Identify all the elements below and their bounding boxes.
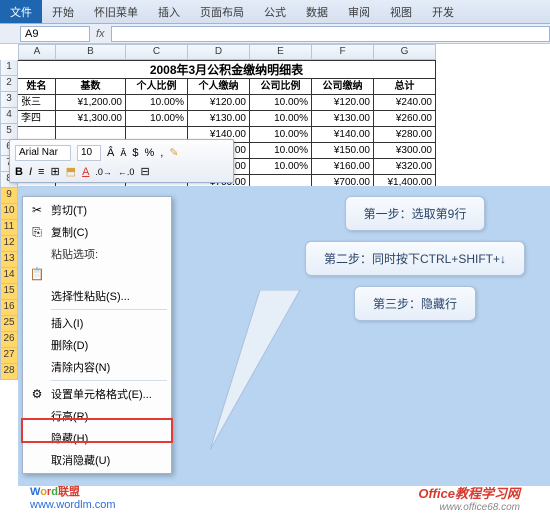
mini-toolbar: Arial Nar 10 Â Ǎ $ % , ✎ B I ≡ ⊞ ⬒ A .… (9, 139, 234, 183)
column-headers: ABCDEFG (18, 44, 550, 60)
font-color-icon[interactable]: A (82, 166, 89, 178)
menu-copy[interactable]: ⎘复制(C) (25, 221, 169, 243)
col-C[interactable]: C (126, 44, 188, 60)
menu-paste[interactable]: 📋 (25, 263, 169, 285)
row-28[interactable]: 28 (0, 364, 18, 380)
row-26[interactable]: 26 (0, 332, 18, 348)
format-icon: ⚙ (29, 386, 45, 402)
font-size[interactable]: 10 (77, 145, 101, 161)
row-15[interactable]: 15 (0, 284, 18, 300)
row-12[interactable]: 12 (0, 236, 18, 252)
col-A[interactable]: A (18, 44, 56, 60)
fx-icon[interactable]: fx (96, 28, 105, 40)
merge-icon[interactable]: ⊟ (140, 165, 149, 178)
ribbon: 文件 开始 怀旧菜单 插入 页面布局 公式 数据 审阅 视图 开发 (0, 0, 550, 24)
url-right: www.office68.com (418, 502, 520, 513)
row-4[interactable]: 4 (0, 108, 18, 124)
row-11[interactable]: 11 (0, 220, 18, 236)
decimal-dec-icon[interactable]: ←.0 (118, 167, 135, 177)
copy-icon: ⎘ (29, 224, 45, 240)
menu-row-height[interactable]: 行高(R)... (25, 405, 169, 427)
row-25[interactable]: 25 (0, 316, 18, 332)
menu-hide[interactable]: 隐藏(H) (25, 427, 169, 449)
row-2[interactable]: 2 (0, 76, 18, 92)
formula-bar-row: fx (0, 24, 550, 44)
row-5[interactable]: 5 (0, 124, 18, 140)
menu-unhide[interactable]: 取消隐藏(U) (25, 449, 169, 471)
fill-color-icon[interactable]: ⬒ (66, 165, 76, 178)
col-G[interactable]: G (374, 44, 436, 60)
step-1: 第一步：选取第9行 (345, 196, 486, 231)
percent-icon[interactable]: % (144, 147, 154, 159)
brand-right: Office教程学习网 (418, 483, 520, 502)
menu-paste-special[interactable]: 选择性粘贴(S)... (25, 285, 169, 307)
comma-icon[interactable]: , (160, 147, 163, 159)
row-10[interactable]: 10 (0, 204, 18, 220)
menu-insert[interactable]: 插入(I) (25, 312, 169, 334)
step-3: 第三步：隐藏行 (354, 286, 476, 321)
row-14[interactable]: 14 (0, 268, 18, 284)
paste-icon: 📋 (29, 266, 45, 282)
col-D[interactable]: D (188, 44, 250, 60)
col-E[interactable]: E (250, 44, 312, 60)
tab-home[interactable]: 开始 (42, 0, 84, 23)
name-box[interactable] (20, 26, 90, 42)
format-painter-icon[interactable]: ✎ (169, 146, 178, 159)
row-1[interactable]: 1 (0, 60, 18, 76)
menu-format-cells[interactable]: ⚙设置单元格格式(E)... (25, 383, 169, 405)
brand-left: Word联盟 (30, 483, 116, 499)
tab-data[interactable]: 数据 (296, 0, 338, 23)
formula-bar[interactable] (111, 26, 550, 42)
tab-layout[interactable]: 页面布局 (190, 0, 254, 23)
instruction-callouts: 第一步：选取第9行 第二步：同时按下CTRL+SHIFT+↓ 第三步：隐藏行 (305, 196, 525, 321)
tab-legacy[interactable]: 怀旧菜单 (84, 0, 148, 23)
col-F[interactable]: F (312, 44, 374, 60)
footer: Word联盟 www.wordlm.com Office教程学习网 www.of… (0, 483, 550, 513)
grow-font-icon[interactable]: Â (107, 147, 114, 159)
tab-view[interactable]: 视图 (380, 0, 422, 23)
row-27[interactable]: 27 (0, 348, 18, 364)
shrink-font-icon[interactable]: Ǎ (120, 148, 126, 158)
font-selector[interactable]: Arial Nar (15, 145, 71, 161)
bold-icon[interactable]: B (15, 166, 23, 178)
cut-icon: ✂ (29, 202, 45, 218)
sheet-title: 2008年3月公积金缴纳明细表 (18, 60, 436, 79)
align-icon[interactable]: ≡ (38, 166, 44, 178)
tab-formula[interactable]: 公式 (254, 0, 296, 23)
row-3[interactable]: 3 (0, 92, 18, 108)
tab-file[interactable]: 文件 (0, 0, 42, 23)
col-B[interactable]: B (56, 44, 126, 60)
menu-clear[interactable]: 清除内容(N) (25, 356, 169, 378)
border-icon[interactable]: ⊞ (50, 165, 59, 178)
row-9[interactable]: 9 (0, 188, 18, 204)
italic-icon[interactable]: I (29, 166, 32, 178)
context-menu: ✂剪切(T) ⎘复制(C) 粘贴选项: 📋 选择性粘贴(S)... 插入(I) … (22, 196, 172, 474)
tab-dev[interactable]: 开发 (422, 0, 464, 23)
paste-options-label: 粘贴选项: (25, 243, 169, 263)
row-13[interactable]: 13 (0, 252, 18, 268)
menu-delete[interactable]: 删除(D) (25, 334, 169, 356)
row-headers: 1234567891011121314151625262728 (0, 60, 18, 380)
currency-icon[interactable]: $ (132, 147, 138, 159)
url-left: www.wordlm.com (30, 499, 116, 511)
tab-review[interactable]: 审阅 (338, 0, 380, 23)
row-16[interactable]: 16 (0, 300, 18, 316)
decimal-inc-icon[interactable]: .0→ (95, 167, 112, 177)
step-2: 第二步：同时按下CTRL+SHIFT+↓ (305, 241, 525, 276)
menu-cut[interactable]: ✂剪切(T) (25, 199, 169, 221)
tab-insert[interactable]: 插入 (148, 0, 190, 23)
